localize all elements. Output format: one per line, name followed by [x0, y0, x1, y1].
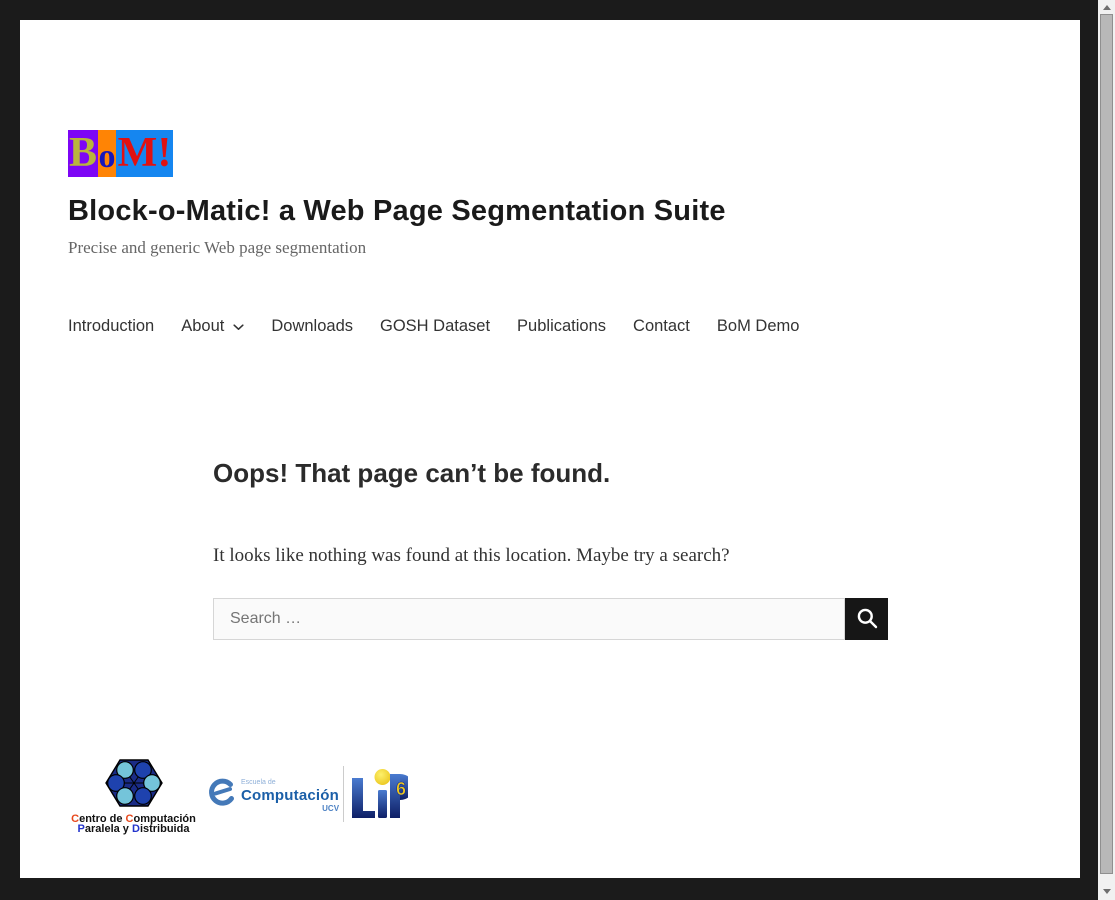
ccpd-name-line2: Paralela y Distribuida [78, 823, 190, 835]
ccpd-text-part: istribuida [140, 823, 190, 835]
nav-item-gosh-dataset[interactable]: GOSH Dataset [380, 309, 490, 343]
error-message: It looks like nothing was found at this … [213, 543, 889, 569]
arrow-down-icon [1103, 889, 1111, 894]
ccpd-accent-letter: P [78, 823, 85, 835]
search-form [213, 598, 889, 640]
page-title: Oops! That page can’t be found. [213, 458, 889, 488]
search-icon [855, 606, 879, 633]
site-title-link[interactable]: Block-o-Matic! a Web Page Segmentation S… [68, 193, 1080, 229]
error-404-section: Oops! That page can’t be found. It looks… [213, 458, 889, 640]
nav-item-bom-demo[interactable]: BoM Demo [717, 309, 800, 343]
nav-item-about[interactable]: About [181, 309, 244, 343]
site-header: B o M! Block-o-Matic! a Web Page Segment… [20, 20, 1080, 343]
logo-block-purple: B [68, 130, 98, 177]
ccpd-accent-letter: D [132, 823, 140, 835]
site-page: B o M! Block-o-Matic! a Web Page Segment… [20, 20, 1080, 878]
nav-link-about[interactable]: About [181, 309, 244, 343]
ccpd-text-part: aralela y [85, 823, 132, 835]
ucv-text-block: Escuela de Computación UCV [241, 776, 339, 813]
site-tagline: Precise and generic Web page segmentatio… [68, 237, 1080, 259]
nav-link-publications[interactable]: Publications [517, 309, 606, 343]
logo-block-orange: o [98, 130, 116, 177]
ucv-computacion-logo: Escuela de Computación UCV [207, 776, 339, 813]
nav-item-introduction[interactable]: Introduction [68, 309, 154, 343]
ucv-acronym: UCV [241, 804, 339, 813]
search-input[interactable] [213, 598, 845, 640]
ucv-name: Computación [241, 787, 339, 804]
chevron-down-icon [233, 309, 244, 343]
nav-item-downloads[interactable]: Downloads [271, 309, 353, 343]
nav-link-gosh-dataset[interactable]: GOSH Dataset [380, 309, 490, 343]
nav-item-contact[interactable]: Contact [633, 309, 690, 343]
ucv-e-icon [207, 776, 235, 813]
logo-block-blue: M! [116, 130, 173, 177]
scrollbar-track[interactable] [1098, 0, 1115, 900]
search-button[interactable] [845, 598, 888, 640]
scrollbar-thumb[interactable] [1100, 14, 1113, 874]
main-nav: Introduction About Do [68, 309, 1080, 343]
lip6-logo: 6 [343, 766, 408, 822]
nav-link-downloads[interactable]: Downloads [271, 309, 353, 343]
lip6-six: 6 [396, 779, 406, 799]
nav-link-introduction[interactable]: Introduction [68, 309, 154, 343]
ccpd-hexagon-icon [103, 756, 165, 815]
nav-label-about: About [181, 309, 224, 343]
ccpd-logo: Centro de Computación Paralela y Distrib… [68, 756, 199, 835]
arrow-up-icon [1103, 5, 1111, 10]
nav-link-contact[interactable]: Contact [633, 309, 690, 343]
nav-link-bom-demo[interactable]: BoM Demo [717, 309, 800, 343]
scrollbar-up-button[interactable] [1098, 0, 1115, 14]
site-footer: Centro de Computación Paralela y Distrib… [20, 756, 1080, 835]
scrollbar-down-button[interactable] [1098, 884, 1115, 898]
nav-item-publications[interactable]: Publications [517, 309, 606, 343]
browser-viewport: B o M! Block-o-Matic! a Web Page Segment… [0, 0, 1115, 900]
ucv-small-label: Escuela de [241, 779, 339, 787]
site-logo[interactable]: B o M! [68, 130, 173, 177]
